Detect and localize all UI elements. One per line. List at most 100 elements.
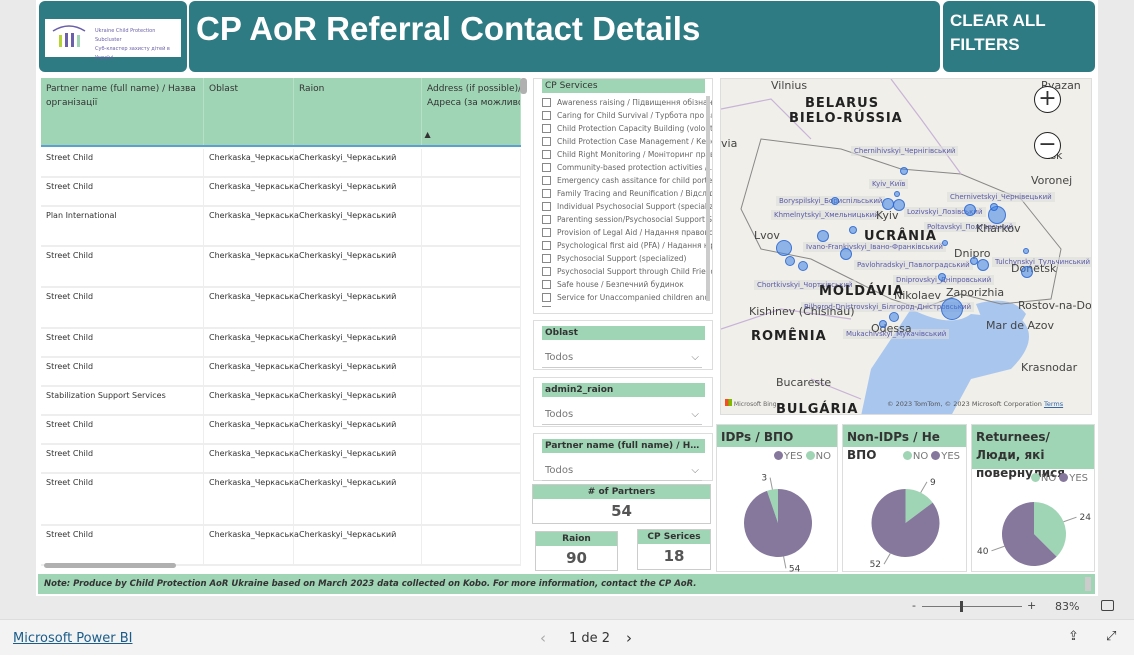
cp-services-scrollbar[interactable] [706, 96, 710, 301]
map-bubble[interactable] [894, 191, 900, 197]
map-bubble[interactable] [785, 256, 795, 266]
checkbox[interactable] [542, 267, 551, 276]
checkbox[interactable] [542, 137, 551, 146]
map-bubble[interactable] [840, 248, 852, 260]
column-header-address[interactable]: Address (if possible)/ Адреса (за можлив… [422, 78, 521, 145]
cp-service-option[interactable]: Social support for families with childre… [542, 304, 712, 307]
map-region-label: Khmelnytskyi_Хмельницький [771, 210, 882, 220]
column-header-raion[interactable]: Raion [294, 78, 422, 145]
map-bubble[interactable] [776, 240, 792, 256]
map-bubble[interactable] [893, 199, 905, 211]
checkbox[interactable] [542, 98, 551, 107]
cp-service-option[interactable]: Community-based protection activities / … [542, 161, 712, 174]
cp-service-option[interactable]: Child Protection Capacity Building (volo… [542, 122, 712, 135]
checkbox[interactable] [542, 215, 551, 224]
map-bubble[interactable] [849, 226, 857, 234]
checkbox[interactable] [542, 150, 551, 159]
zoom-slider-thumb[interactable] [960, 601, 963, 612]
fit-to-page-icon[interactable] [1101, 600, 1114, 611]
table-row[interactable]: Street Child Cherkaska_Черкаська Cherkasky… [41, 288, 521, 329]
partner-dropdown[interactable]: Todos ⌵ [542, 461, 702, 481]
map-country-label: BIELO-RÚSSIA [789, 111, 903, 126]
zoom-slider[interactable] [922, 606, 1022, 607]
table-row[interactable]: Street Child Cherkaska_Черкаська Cherkasky… [41, 474, 521, 526]
cp-service-option[interactable]: Psychosocial Support through Child Frien… [542, 265, 712, 278]
map-bubble[interactable] [831, 197, 839, 205]
cp-service-option[interactable]: Psychosocial Support (specialized) [542, 252, 712, 265]
table-horizontal-scrollbar[interactable] [44, 563, 176, 568]
table-row[interactable]: Street Child Cherkaska_Черкаська Cherkasky… [41, 149, 521, 178]
map-bubble[interactable] [977, 259, 989, 271]
cp-service-option[interactable]: Individual Psychosocial Support (special… [542, 200, 712, 213]
map-bubble[interactable] [1021, 266, 1033, 278]
partners-card: # of Partners 54 [532, 484, 711, 524]
checkbox[interactable] [542, 228, 551, 237]
table-row[interactable]: Street Child Cherkaska_Черкаська Cherkasky… [41, 416, 521, 445]
map[interactable]: Chernihivskyi_ЧернігівськийKyiv_КиївBory… [720, 78, 1092, 415]
terms-link[interactable]: Terms [1044, 400, 1063, 408]
cp-service-option[interactable]: Emergency cash assitance for child porte… [542, 174, 712, 187]
checkbox[interactable] [542, 280, 551, 289]
raion-dropdown[interactable]: Todos ⌵ [542, 405, 702, 425]
table-row[interactable]: Stabilization Support Services Cherkaska_… [41, 387, 521, 416]
cp-service-option[interactable]: Awareness raising / Підвищення обізнанос… [542, 96, 712, 109]
map-bubble[interactable] [879, 320, 887, 328]
map-zoom-in-button[interactable]: + [1034, 86, 1061, 113]
checkbox[interactable] [542, 124, 551, 133]
map-bubble[interactable] [964, 204, 976, 216]
map-bubble[interactable] [1023, 248, 1029, 254]
checkbox[interactable] [542, 293, 551, 302]
cp-service-option[interactable]: Child Protection Case Management / Кейс-… [542, 135, 712, 148]
table-row[interactable]: Street Child Cherkaska_Черкаська Cherkasky… [41, 178, 521, 207]
cp-service-option[interactable]: Service for Unaccompanied children and .… [542, 291, 712, 304]
map-zoom-out-button[interactable]: − [1034, 132, 1061, 159]
next-page-icon[interactable]: › [626, 629, 632, 647]
column-header-partner[interactable]: Partner name (full name) / Назва організ… [41, 78, 204, 145]
fullscreen-icon[interactable]: ⤢ [1106, 629, 1116, 644]
checkbox[interactable] [542, 306, 551, 307]
checkbox[interactable] [542, 202, 551, 211]
table-row[interactable]: Street Child Cherkaska_Черкаська Cherkasky… [41, 445, 521, 474]
table-cell: Stabilization Support Services [41, 387, 204, 414]
cp-service-option[interactable]: Provision of Legal Aid / Надання правово… [542, 226, 712, 239]
map-region-label: Chernivetskyi_Чернівецький [947, 192, 1055, 202]
checkbox[interactable] [542, 111, 551, 120]
zoom-out-button[interactable]: - [912, 599, 916, 612]
table-cell [422, 474, 521, 524]
previous-page-icon[interactable]: ‹ [540, 629, 546, 647]
map-bubble[interactable] [942, 240, 948, 246]
share-icon[interactable]: ⇪ [1068, 629, 1079, 644]
checkbox[interactable] [542, 189, 551, 198]
table-vertical-scrollbar[interactable] [520, 78, 527, 94]
checkbox[interactable] [542, 241, 551, 250]
note-scrollbar[interactable] [1085, 577, 1091, 591]
table-row[interactable]: Plan International Cherkaska_Черкаська Che… [41, 207, 521, 247]
clear-all-filters-button[interactable]: CLEAR ALL FILTERS [943, 1, 1095, 72]
zoom-in-button[interactable]: + [1027, 599, 1036, 612]
table-row[interactable]: Street Child Cherkaska_Черкаська Cherkasky… [41, 526, 521, 566]
map-bubble[interactable] [990, 203, 998, 211]
cp-service-option[interactable]: Parenting session/Psychosocial Support S… [542, 213, 712, 226]
table-cell: Cherkaskyi_Черкаський [294, 329, 422, 356]
map-bubble[interactable] [817, 230, 829, 242]
checkbox[interactable] [542, 176, 551, 185]
cp-service-option[interactable]: Psychological first aid (PFA) / Надання … [542, 239, 712, 252]
checkbox[interactable] [542, 254, 551, 263]
power-bi-link[interactable]: Microsoft Power BI [13, 631, 132, 646]
map-bubble[interactable] [900, 167, 908, 175]
checkbox[interactable] [542, 163, 551, 172]
table-row[interactable]: Street Child Cherkaska_Черкаська Cherkasky… [41, 358, 521, 387]
oblast-dropdown[interactable]: Todos ⌵ [542, 348, 702, 368]
table-row[interactable]: Street Child Cherkaska_Черкаська Cherkasky… [41, 247, 521, 288]
map-bubble[interactable] [938, 273, 946, 281]
column-header-oblast[interactable]: Oblast [204, 78, 294, 145]
pie-slice-yes[interactable] [744, 489, 812, 557]
cp-service-option[interactable]: Child Right Monitoring / Моніторинг прав… [542, 148, 712, 161]
table-row[interactable]: Street Child Cherkaska_Черкаська Cherkasky… [41, 329, 521, 358]
map-bubble[interactable] [798, 261, 808, 271]
cp-service-option[interactable]: Safe house / Безпечний будинок [542, 278, 712, 291]
cp-service-option[interactable]: Family Tracing and Reunification / Відсл… [542, 187, 712, 200]
map-bubble[interactable] [941, 298, 963, 320]
cp-service-option[interactable]: Caring for Child Survival / Турбота про … [542, 109, 712, 122]
map-bubble[interactable] [889, 312, 899, 322]
